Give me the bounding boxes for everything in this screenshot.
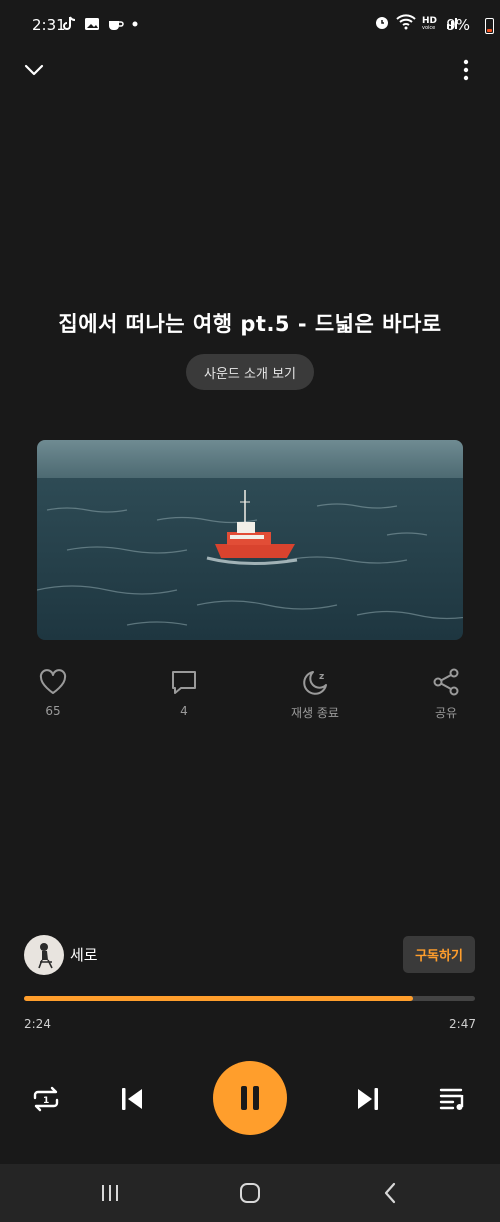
share-icon [433,668,459,696]
playlist-icon [439,1088,464,1110]
sleep-timer-action[interactable]: z 재생 종료 [270,668,360,721]
previous-button[interactable] [112,1080,152,1118]
share-label: 공유 [434,706,458,720]
pause-icon [241,1086,259,1110]
svg-text:z: z [319,672,324,682]
playlist-button[interactable] [434,1080,474,1118]
progress-bar[interactable] [24,996,475,1001]
author-name[interactable]: 세로 [70,944,98,965]
home-icon [240,1183,260,1203]
total-time: 2:47 [449,1017,476,1031]
recent-apps-icon [102,1185,118,1201]
author-avatar[interactable] [24,935,64,975]
dot-icon [132,21,138,27]
more-options-button[interactable] [450,54,482,86]
share-action[interactable]: 공유 [401,668,491,721]
more-vertical-icon [463,59,469,81]
skip-next-icon [358,1088,378,1110]
system-nav-bar [0,1164,500,1222]
like-action[interactable]: 65 [8,668,98,718]
pause-button[interactable] [213,1061,287,1135]
sleep-timer-label: 재생 종료 [291,706,339,720]
alarm-icon [376,17,388,29]
like-count: 65 [45,704,61,718]
svg-text:voice: voice [422,25,435,30]
status-bar: 2:31 HD voice 9% [0,0,500,52]
track-artwork [37,440,463,640]
status-time: 2:31 [32,16,66,34]
comment-count: 4 [180,704,188,718]
comment-action[interactable]: 4 [139,668,229,718]
repeat-button[interactable]: 1 [26,1080,66,1118]
sound-intro-button[interactable]: 사운드 소개 보기 [186,354,314,390]
track-title: 집에서 떠나는 여행 pt.5 - 드넓은 바다로 [58,312,442,336]
image-icon [85,18,99,30]
collapse-button[interactable] [18,54,50,86]
coffee-icon [109,21,124,30]
tiktok-icon [63,16,76,30]
home-button[interactable] [230,1178,270,1208]
skip-previous-icon [122,1088,142,1110]
sea-boat-image [37,440,463,640]
wifi-icon [396,14,416,30]
back-button[interactable] [370,1178,410,1208]
back-icon [384,1182,396,1204]
next-button[interactable] [348,1080,388,1118]
sleep-timer-icon: z [303,671,327,695]
chevron-down-icon [24,64,44,76]
subscribe-button[interactable]: 구독하기 [403,936,475,973]
person-on-chair-image [38,943,53,969]
heart-icon [39,669,67,694]
progress-fill [24,996,413,1001]
hd-voice-icon: HDvoice [422,16,437,30]
repeat-icon: 1 [33,1086,59,1112]
current-time: 2:24 [24,1017,51,1031]
battery-percent: 9% [446,16,470,34]
battery-icon [485,18,494,34]
recent-apps-button[interactable] [90,1178,130,1208]
comment-icon [172,671,196,694]
svg-text:1: 1 [43,1096,49,1106]
